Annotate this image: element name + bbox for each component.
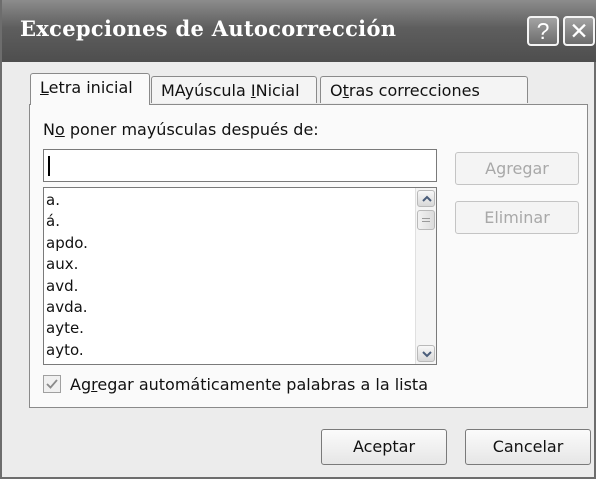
list-item[interactable]: a. (46, 190, 88, 211)
add-button[interactable]: Agregar (455, 152, 579, 185)
ok-button[interactable]: Aceptar (321, 429, 447, 465)
close-button[interactable]: ✕ (563, 16, 595, 46)
exceptions-list[interactable]: a. á. apdo. aux. avd. avda. ayte. ayto. (43, 187, 437, 365)
chevron-down-icon (422, 351, 432, 358)
cancel-button[interactable]: Cancelar (465, 429, 591, 465)
tab-mayuscula-inicial[interactable]: MAyúscula INicial (151, 76, 317, 103)
tab-label: Otras correcciones (330, 81, 480, 100)
list-item[interactable]: ayto. (46, 340, 88, 361)
dialog-title: Excepciones de Autocorrección (20, 16, 397, 41)
vertical-scrollbar[interactable] (415, 188, 436, 364)
exceptions-label: No poner mayúsculas después de: (43, 120, 319, 139)
list-items: a. á. apdo. aux. avd. avda. ayte. ayto. (46, 190, 88, 361)
scroll-thumb[interactable] (417, 210, 435, 230)
chevron-up-icon (422, 195, 432, 202)
close-icon: ✕ (569, 18, 589, 44)
thumb-grip (422, 221, 430, 222)
scroll-down-button[interactable] (417, 345, 435, 362)
list-item[interactable]: aux. (46, 254, 88, 275)
exception-input[interactable] (43, 149, 437, 182)
list-item[interactable]: apdo. (46, 233, 88, 254)
checkmark-icon (46, 379, 58, 389)
auto-add-label: Agregar automáticamente palabras a la li… (70, 375, 429, 394)
autocorrect-exceptions-dialog: Excepciones de Autocorrección ? ✕ Letra … (0, 0, 596, 479)
text-caret (48, 156, 50, 176)
help-button[interactable]: ? (527, 16, 559, 46)
tab-label: MAyúscula INicial (161, 81, 300, 100)
list-item[interactable]: ayte. (46, 318, 88, 339)
tab-panel: No poner mayúsculas después de: a. á. ap… (29, 104, 588, 408)
help-icon: ? (536, 18, 550, 44)
thumb-grip (422, 218, 430, 219)
list-item[interactable]: avda. (46, 297, 88, 318)
list-item[interactable]: á. (46, 211, 88, 232)
scroll-up-button[interactable] (417, 190, 435, 207)
tab-otras-correcciones[interactable]: Otras correcciones (320, 76, 528, 103)
auto-add-checkbox[interactable] (43, 375, 61, 393)
title-bar[interactable]: Excepciones de Autocorrección ? ✕ (2, 0, 596, 62)
delete-button[interactable]: Eliminar (455, 201, 579, 234)
tab-label: Letra inicial (40, 78, 133, 97)
list-item[interactable]: avd. (46, 276, 88, 297)
tab-letra-inicial[interactable]: Letra inicial (30, 73, 150, 105)
